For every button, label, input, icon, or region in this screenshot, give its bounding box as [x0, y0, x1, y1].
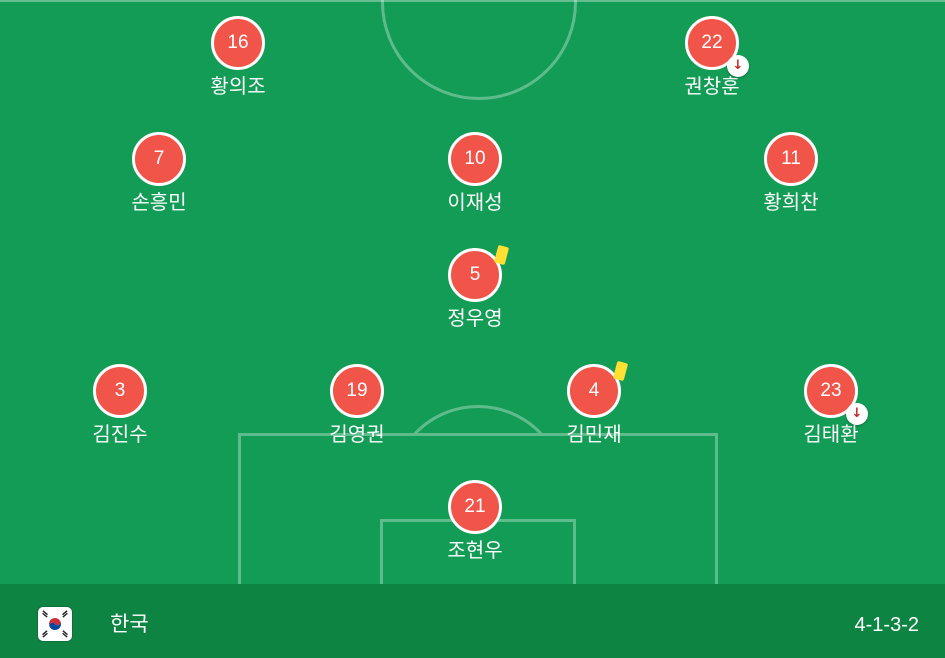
yellow-card-icon — [612, 360, 629, 382]
player-number-badge: 11 — [764, 132, 818, 186]
player-number-badge: 5 — [448, 244, 510, 302]
substitution-out-icon: ↓ — [727, 55, 749, 77]
player-number-badge: 4 — [567, 360, 629, 418]
player-card[interactable]: 23 ↓ 김태환 — [766, 364, 896, 446]
player-name: 김영권 — [329, 422, 385, 446]
player-number-badge: 16 — [211, 16, 265, 70]
player-card[interactable]: 3 김진수 — [55, 364, 185, 446]
player-name: 조현우 — [447, 538, 503, 562]
player-number-badge: 7 — [132, 132, 186, 186]
player-card[interactable]: 22 ↓ 권창훈 — [647, 16, 777, 98]
player-name: 이재성 — [447, 190, 503, 214]
player-number-badge: 23 ↓ — [804, 364, 868, 425]
lineup-pitch: 16 황의조 22 ↓ 권창훈 7 손흥민 10 이재성 11 황희찬 5 정우… — [0, 0, 945, 658]
player-card[interactable]: 16 황의조 — [173, 16, 303, 98]
player-card[interactable]: 19 김영권 — [292, 364, 422, 446]
player-number-badge: 10 — [448, 132, 502, 186]
player-name: 황희찬 — [763, 190, 819, 214]
player-card[interactable]: 5 정우영 — [410, 244, 540, 330]
player-name: 김진수 — [92, 422, 148, 446]
center-circle — [381, 0, 577, 100]
player-number-badge: 21 — [448, 480, 502, 534]
yellow-card-icon — [493, 244, 510, 266]
player-number-badge: 22 ↓ — [685, 16, 749, 77]
player-name: 정우영 — [447, 306, 503, 330]
player-number-badge: 3 — [93, 364, 147, 418]
south-korea-flag-icon — [38, 607, 72, 641]
player-name: 권창훈 — [684, 74, 740, 98]
player-name: 김민재 — [566, 422, 622, 446]
player-card[interactable]: 4 김민재 — [529, 360, 659, 446]
player-number-badge: 19 — [330, 364, 384, 418]
player-name: 황의조 — [210, 74, 266, 98]
player-card[interactable]: 7 손흥민 — [94, 132, 224, 214]
player-card[interactable]: 10 이재성 — [410, 132, 540, 214]
player-name: 손흥민 — [131, 190, 187, 214]
substitution-out-icon: ↓ — [846, 403, 868, 425]
team-name: 한국 — [110, 612, 149, 636]
formation-label: 4-1-3-2 — [854, 614, 919, 636]
player-name: 김태환 — [803, 422, 859, 446]
player-card[interactable]: 11 황희찬 — [726, 132, 856, 214]
player-card[interactable]: 21 조현우 — [410, 480, 540, 562]
